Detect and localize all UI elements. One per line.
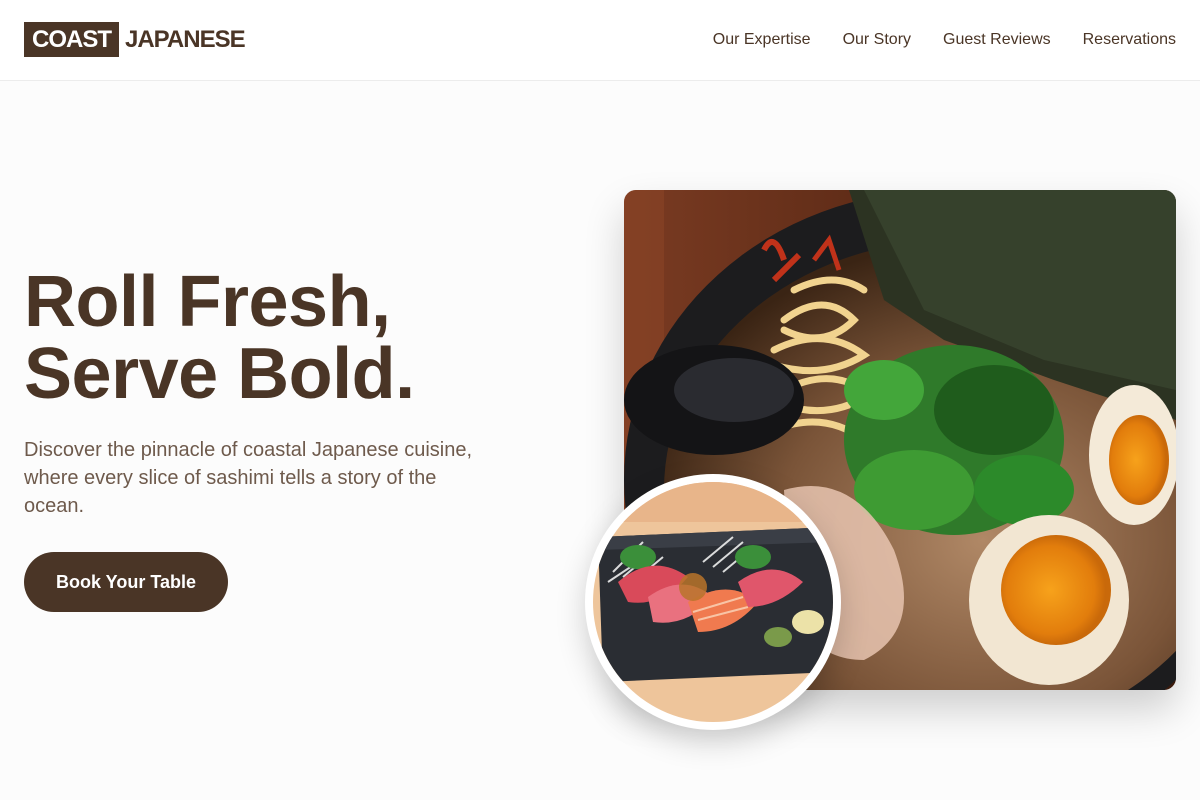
nav-our-story[interactable]: Our Story (843, 30, 911, 50)
site-header: COAST JAPANESE Our Expertise Our Story G… (0, 0, 1200, 81)
nav-guest-reviews[interactable]: Guest Reviews (943, 30, 1051, 50)
main-nav: Our Expertise Our Story Guest Reviews Re… (713, 30, 1176, 50)
hero-title: Roll Fresh, Serve Bold. (24, 266, 415, 410)
sashimi-photo-frame (593, 482, 833, 722)
nav-our-expertise[interactable]: Our Expertise (713, 30, 811, 50)
book-table-button[interactable]: Book Your Table (24, 552, 228, 612)
sashimi-platter-photo (585, 474, 841, 730)
hero-subtitle: Discover the pinnacle of coastal Japanes… (24, 439, 473, 517)
hero-title-line-1: Roll Fresh, (24, 262, 391, 342)
logo[interactable]: COAST JAPANESE (24, 22, 246, 57)
logo-text: JAPANESE (125, 25, 246, 53)
nav-reservations[interactable]: Reservations (1083, 30, 1176, 50)
logo-box: COAST (24, 22, 119, 57)
hero-title-line-2: Serve Bold. (24, 334, 415, 414)
